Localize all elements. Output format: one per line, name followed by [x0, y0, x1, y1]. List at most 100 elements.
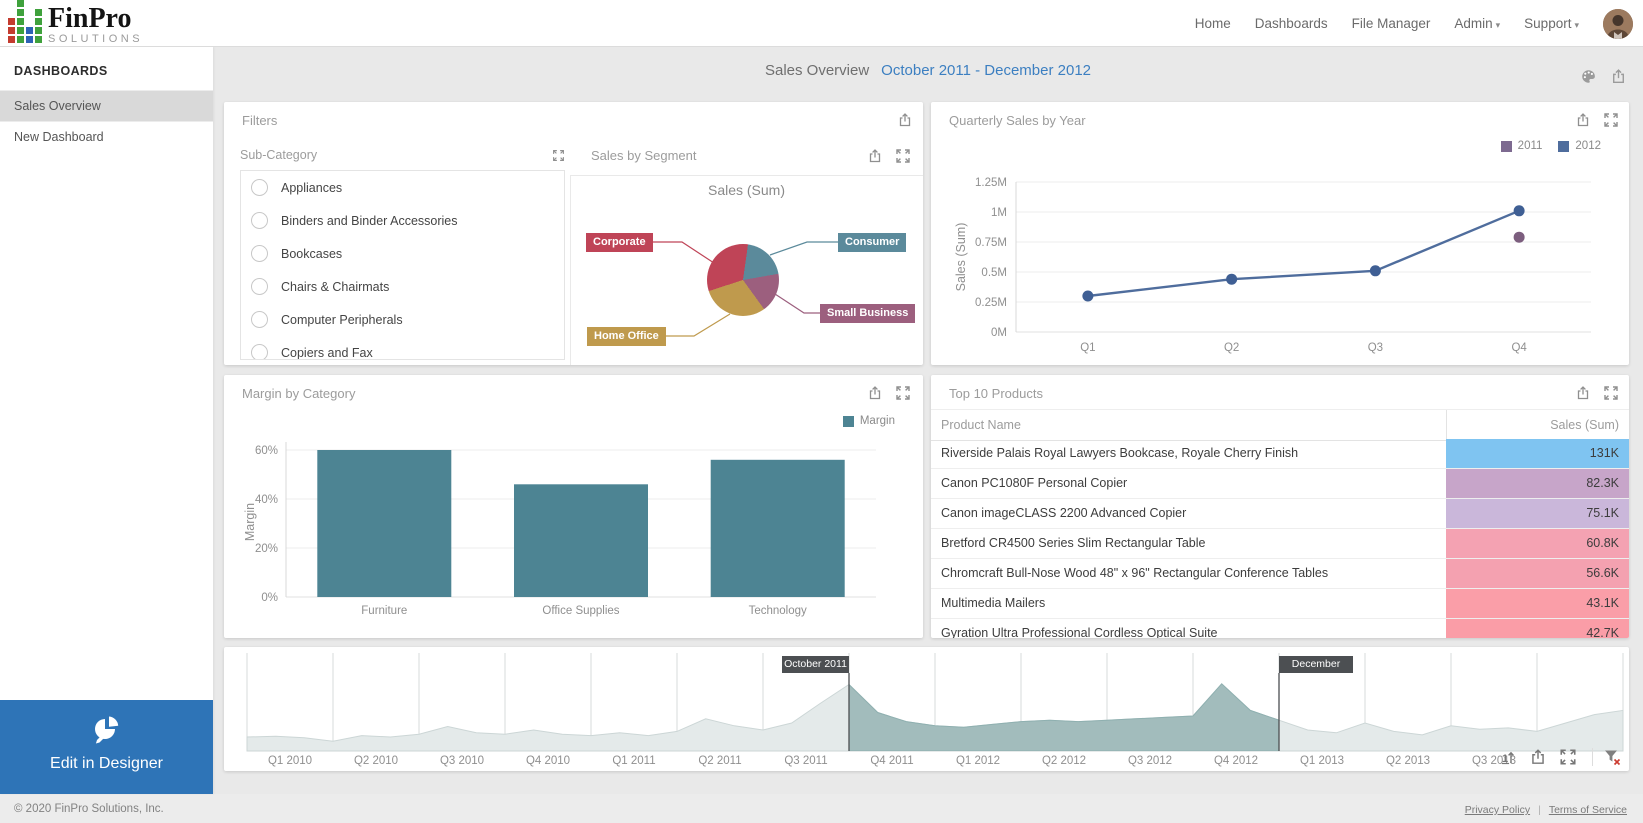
- legend-swatch-2012: [1558, 141, 1569, 152]
- filter-option[interactable]: Binders and Binder Accessories: [241, 204, 564, 237]
- radio-icon[interactable]: [251, 278, 268, 295]
- sales-value-cell: 131K: [1446, 439, 1629, 468]
- app-root: FinPro SOLUTIONS Home Dashboards File Ma…: [0, 0, 1643, 823]
- bar-furniture[interactable]: [317, 450, 451, 597]
- bar-technology[interactable]: [711, 460, 845, 597]
- svg-text:Q1 2010: Q1 2010: [268, 755, 312, 767]
- bar-office-supplies[interactable]: [514, 484, 648, 597]
- nav-home[interactable]: Home: [1195, 16, 1231, 31]
- edit-in-designer-button[interactable]: Edit in Designer: [0, 700, 213, 794]
- expand-icon[interactable]: [1559, 748, 1577, 766]
- expand-icon[interactable]: [895, 148, 911, 164]
- table-row[interactable]: Canon PC1080F Personal Copier82.3K: [931, 469, 1629, 499]
- svg-text:Q2 2012: Q2 2012: [1042, 755, 1086, 767]
- time-range-area-chart[interactable]: Q1 2010Q2 2010Q3 2010Q4 2010Q1 2011Q2 20…: [224, 647, 1629, 771]
- chart-legend: 2011 2012: [1501, 140, 1601, 152]
- product-name-cell: Bretford CR4500 Series Slim Rectangular …: [941, 529, 1439, 558]
- legend-item-margin[interactable]: Margin: [843, 415, 895, 427]
- radio-icon[interactable]: [251, 212, 268, 229]
- svg-text:1.25M: 1.25M: [975, 177, 1007, 189]
- top-bar: FinPro SOLUTIONS Home Dashboards File Ma…: [0, 0, 1643, 47]
- table-row[interactable]: Multimedia Mailers43.1K: [931, 589, 1629, 619]
- sales-by-segment-pie[interactable]: [707, 244, 779, 316]
- clear-filter-icon[interactable]: [1603, 748, 1621, 766]
- dashboard-date-range[interactable]: October 2011 - December 2012: [881, 62, 1091, 79]
- column-header-product-name[interactable]: Product Name: [941, 410, 1021, 440]
- y-axis-label: Margin: [243, 462, 257, 582]
- expand-icon[interactable]: [1603, 385, 1619, 401]
- legend-swatch-2011: [1501, 141, 1512, 152]
- product-name-cell: Canon PC1080F Personal Copier: [941, 469, 1439, 498]
- pie-chart-title: Sales (Sum): [570, 182, 923, 198]
- nav-dashboards[interactable]: Dashboards: [1255, 16, 1328, 31]
- filter-option[interactable]: Chairs & Chairmats: [241, 270, 564, 303]
- svg-text:Technology: Technology: [749, 605, 807, 617]
- nav-file-manager[interactable]: File Manager: [1352, 16, 1431, 31]
- filter-option[interactable]: Appliances: [241, 171, 564, 204]
- filter-option[interactable]: Computer Peripherals: [241, 303, 564, 336]
- filters-panel: Filters Sub-Category AppliancesBinders a…: [224, 102, 923, 365]
- svg-text:0.5M: 0.5M: [981, 267, 1007, 279]
- expand-icon[interactable]: [1603, 112, 1619, 128]
- pie-label-consumer[interactable]: Consumer: [838, 233, 906, 252]
- svg-text:Q4 2010: Q4 2010: [526, 755, 570, 767]
- radio-icon[interactable]: [251, 245, 268, 262]
- sales-value-cell: 60.8K: [1446, 529, 1629, 558]
- filter-option[interactable]: Bookcases: [241, 237, 564, 270]
- sidebar-item-sales-overview[interactable]: Sales Overview: [0, 90, 213, 121]
- legend-item-2012[interactable]: 2012: [1558, 140, 1601, 152]
- brand-logo-icon: [8, 7, 42, 45]
- subcategory-filter-list: Appliances Binders and Binder Accessories…: [240, 170, 565, 360]
- expand-icon[interactable]: [895, 385, 911, 401]
- export-icon[interactable]: [1575, 385, 1591, 401]
- svg-text:20%: 20%: [255, 543, 278, 555]
- nav-support[interactable]: Support▾: [1524, 16, 1579, 31]
- table-row[interactable]: Gyration Ultra Professional Cordless Opt…: [931, 619, 1629, 638]
- svg-text:0.25M: 0.25M: [975, 297, 1007, 309]
- terms-of-service-link[interactable]: Terms of Service: [1549, 804, 1627, 816]
- export-icon[interactable]: [1529, 748, 1547, 766]
- svg-text:Q3 2011: Q3 2011: [784, 755, 827, 767]
- value-axis-icon[interactable]: 1: [1499, 748, 1517, 766]
- filter-option[interactable]: Copiers and Fax: [241, 336, 564, 360]
- nav-admin[interactable]: Admin▾: [1454, 16, 1500, 31]
- divider: [1592, 748, 1593, 766]
- top-10-products-panel: Top 10 Products Product Name Sales (Sum)…: [931, 375, 1629, 638]
- radio-icon[interactable]: [251, 311, 268, 328]
- filter-option-label: Binders and Binder Accessories: [281, 214, 457, 228]
- logo-bar-column: [35, 9, 42, 43]
- svg-text:Q2 2010: Q2 2010: [354, 755, 398, 767]
- range-start-tag[interactable]: October 2011: [782, 656, 849, 673]
- sales-value-cell: 82.3K: [1446, 469, 1629, 498]
- filters-panel-title: Filters: [242, 113, 277, 128]
- export-icon[interactable]: [867, 385, 883, 401]
- chevron-down-icon: ▾: [1496, 20, 1501, 30]
- product-name-cell: Riverside Palais Royal Lawyers Bookcase,…: [941, 439, 1439, 468]
- palette-icon[interactable]: [1580, 68, 1597, 85]
- margin-bar-chart[interactable]: 0%20%40%60%FurnitureOffice SuppliesTechn…: [224, 375, 923, 638]
- legend-item-2011[interactable]: 2011: [1501, 140, 1543, 152]
- brand-logo[interactable]: FinPro SOLUTIONS: [8, 5, 143, 45]
- filter-option-label: Computer Peripherals: [281, 313, 403, 327]
- pie-label-corporate[interactable]: Corporate: [586, 233, 653, 252]
- range-end-tag[interactable]: December 2012: [1279, 656, 1353, 673]
- radio-icon[interactable]: [251, 179, 268, 196]
- export-icon[interactable]: [1610, 68, 1627, 85]
- footer-links: Privacy Policy|Terms of Service: [1465, 804, 1627, 816]
- user-avatar[interactable]: [1603, 9, 1633, 39]
- radio-icon[interactable]: [251, 344, 268, 360]
- export-icon[interactable]: [867, 148, 883, 164]
- sidebar-item-new-dashboard[interactable]: New Dashboard: [0, 121, 213, 152]
- expand-icon[interactable]: [552, 149, 565, 162]
- export-icon[interactable]: [1575, 112, 1591, 128]
- table-row[interactable]: Bretford CR4500 Series Slim Rectangular …: [931, 529, 1629, 559]
- pie-label-home-office[interactable]: Home Office: [587, 327, 666, 346]
- table-row[interactable]: Chromcraft Bull-Nose Wood 48" x 96" Rect…: [931, 559, 1629, 589]
- table-row[interactable]: Canon imageCLASS 2200 Advanced Copier75.…: [931, 499, 1629, 529]
- svg-text:Q1: Q1: [1080, 342, 1095, 354]
- table-row[interactable]: Riverside Palais Royal Lawyers Bookcase,…: [931, 439, 1629, 469]
- pie-label-small-business[interactable]: Small Business: [820, 304, 915, 323]
- privacy-policy-link[interactable]: Privacy Policy: [1465, 804, 1530, 816]
- export-icon[interactable]: [897, 112, 913, 128]
- column-header-sales-sum[interactable]: Sales (Sum): [1446, 410, 1629, 440]
